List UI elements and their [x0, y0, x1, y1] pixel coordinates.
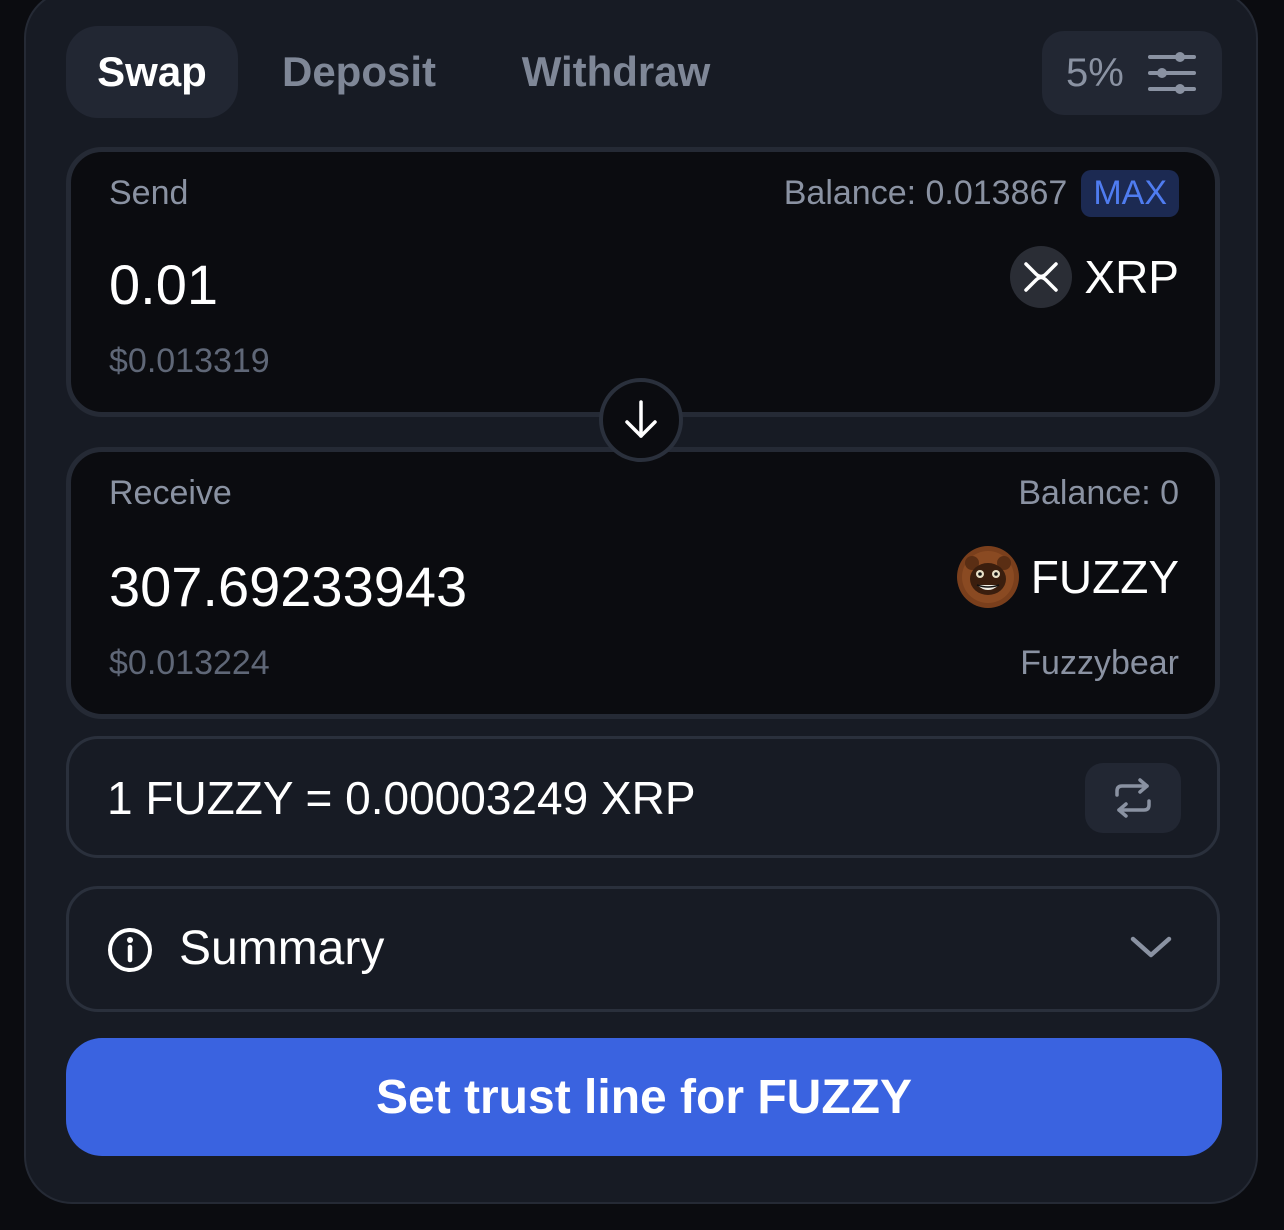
send-token-name: XRP: [1084, 251, 1179, 303]
fuzzybear-icon: [956, 546, 1019, 608]
swap-panel: Swap Deposit Withdraw 5% Send Balance: 0…: [24, 0, 1258, 1204]
sliders-icon: [1148, 52, 1196, 94]
summary-label: Summary: [179, 922, 385, 975]
receive-label: Receive: [109, 474, 232, 512]
info-icon: [108, 928, 152, 972]
receive-card: Receive Balance: 0 307.69233943 FUZZY $0…: [66, 447, 1220, 719]
send-card: Send Balance: 0.013867 MAX 0.01 XRP $0.0…: [66, 147, 1220, 417]
receive-token-name: FUZZY: [1030, 551, 1179, 603]
tab-swap[interactable]: Swap: [66, 26, 238, 118]
summary-accordion[interactable]: Summary: [66, 886, 1220, 1012]
swap-direction-button[interactable]: [599, 378, 683, 462]
exchange-rate-box: 1 FUZZY = 0.00003249 XRP: [66, 736, 1220, 858]
send-balance: Balance: 0.013867: [783, 174, 1068, 212]
receive-usd-value: $0.013224: [109, 644, 270, 682]
receive-amount: 307.69233943: [109, 555, 468, 618]
send-usd-value: $0.013319: [109, 342, 270, 380]
chevron-down-icon: [1130, 936, 1172, 958]
exchange-rate-text: 1 FUZZY = 0.00003249 XRP: [107, 772, 696, 824]
max-button[interactable]: MAX: [1081, 170, 1179, 217]
send-amount-input[interactable]: 0.01: [109, 252, 218, 317]
set-trust-line-button[interactable]: Set trust line for FUZZY: [66, 1038, 1222, 1156]
xrp-icon: [1010, 246, 1073, 308]
send-balance-row: Balance: 0.013867 MAX: [784, 170, 1179, 217]
tab-withdraw[interactable]: Withdraw: [496, 26, 736, 118]
tab-deposit[interactable]: Deposit: [262, 26, 456, 118]
receive-token-fullname: Fuzzybear: [1020, 644, 1179, 682]
send-token-selector[interactable]: XRP: [1010, 246, 1179, 308]
slippage-settings-button[interactable]: 5%: [1042, 31, 1222, 115]
receive-balance: Balance: 0: [1018, 474, 1179, 512]
slippage-value: 5%: [1066, 50, 1124, 95]
swap-arrows-icon: [1115, 778, 1151, 818]
arrow-down-icon: [625, 400, 657, 438]
invert-rate-button[interactable]: [1085, 763, 1181, 833]
receive-token-selector[interactable]: FUZZY: [956, 546, 1179, 608]
send-label: Send: [109, 174, 189, 212]
